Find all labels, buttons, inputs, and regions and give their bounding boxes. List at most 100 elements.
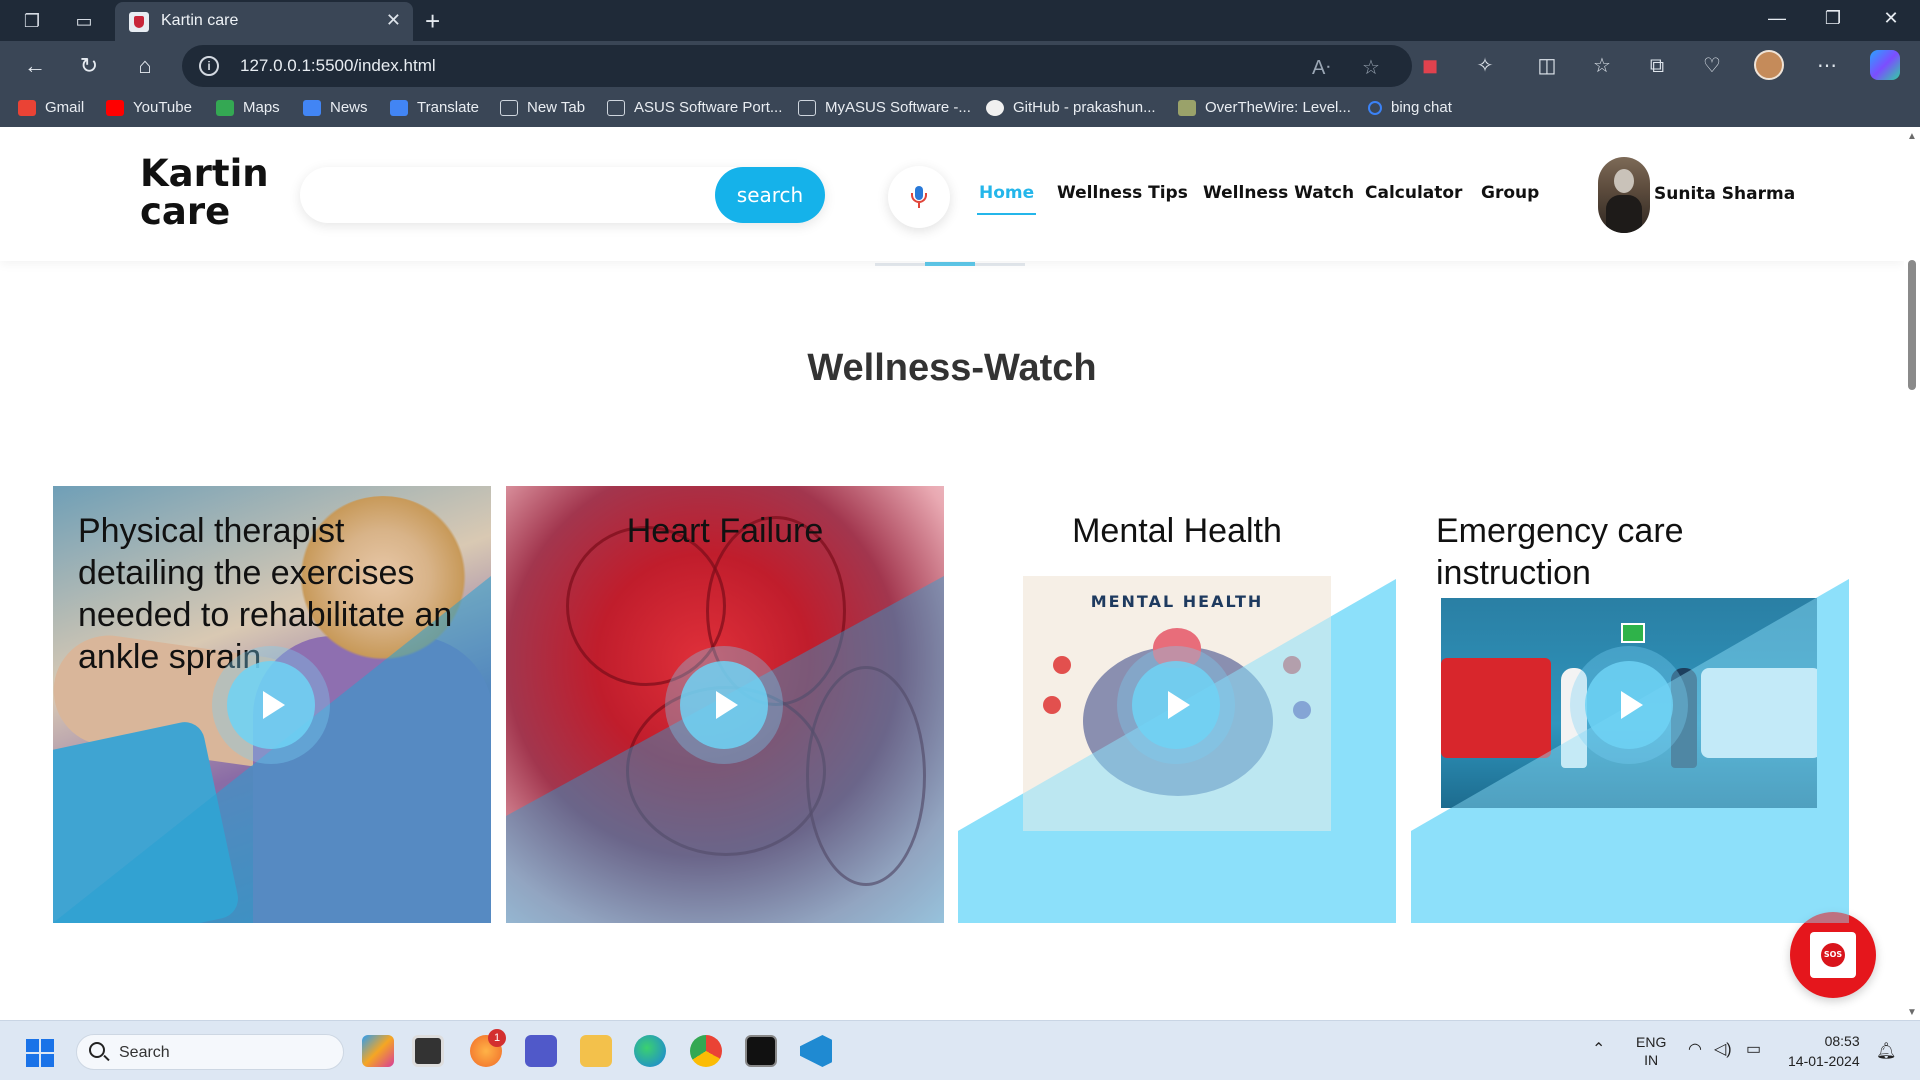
bookmark-youtube[interactable]: YouTube [106,99,192,116]
window-close-icon[interactable]: ✕ [1876,8,1906,29]
site-info-icon[interactable]: i [199,56,219,76]
play-icon [680,661,768,749]
page-icon [607,99,625,116]
refresh-icon[interactable]: ↻ [74,51,104,81]
more-menu-icon[interactable]: ⋯ [1812,51,1842,81]
copilot-icon[interactable] [1870,50,1900,80]
nav-wellness-watch[interactable]: Wellness Watch [1203,183,1354,203]
voice-search-button[interactable] [888,166,950,228]
profile-avatar-icon[interactable] [1754,50,1784,80]
bookmark-gmail[interactable]: Gmail [18,99,84,116]
video-card[interactable]: Physical therapist detailing the exercis… [53,486,491,923]
read-aloud-icon[interactable]: Aᐧ [1312,55,1330,80]
video-card[interactable]: Emergency care instruction [1411,486,1849,923]
vscode-icon[interactable] [800,1035,832,1067]
taskbar-search[interactable]: Search [76,1034,344,1070]
bookmark-maps[interactable]: Maps [216,99,280,116]
video-card[interactable]: Mental Health MENTAL HEALTH [958,486,1396,923]
news-icon [303,99,321,116]
browser-essentials-icon[interactable]: ♡ [1697,51,1727,81]
chrome-icon[interactable] [690,1035,722,1067]
address-url[interactable]: 127.0.0.1:5500/index.html [240,56,436,76]
maximize-icon[interactable]: ❐ [1818,8,1848,29]
bookmark-myasus[interactable]: MyASUS Software -... [798,99,971,116]
translate-icon [390,99,408,116]
user-avatar[interactable] [1598,157,1650,233]
video-card[interactable]: Heart Failure [506,486,944,923]
overthewire-icon [1178,99,1196,116]
play-button[interactable] [1117,646,1235,764]
wifi-icon[interactable]: ◠ [1688,1039,1702,1059]
bookmarks-bar: Gmail YouTube Maps News Translate New Ta… [0,91,1920,127]
scroll-down-icon[interactable]: ▼ [1907,1007,1917,1018]
battery-icon[interactable]: ▭ [1746,1039,1761,1059]
scrollbar-thumb[interactable] [1908,260,1916,390]
tab-close-icon[interactable]: ✕ [386,10,401,31]
youtube-icon [106,99,124,116]
browser-tab-bar: ❐ ▭ Kartin care ✕ + — ❐ ✕ [0,0,1920,41]
windows-start-icon[interactable] [26,1039,54,1067]
teams-icon[interactable] [525,1035,557,1067]
home-icon[interactable]: ⌂ [130,51,160,81]
web-page: Kartin care search Home Wellness Tips We… [0,127,1904,1020]
user-name[interactable]: Sunita Sharma [1654,184,1795,204]
copilot-app-icon[interactable] [362,1035,394,1067]
terminal-icon[interactable] [745,1035,777,1067]
minimize-icon[interactable]: — [1762,8,1792,29]
bookmark-news[interactable]: News [303,99,368,116]
bookmark-new-tab[interactable]: New Tab [500,99,585,116]
notifications-bell-icon[interactable]: 🔔︎ [1876,1041,1896,1061]
github-icon [986,99,1004,116]
extensions-icon[interactable]: ✧ [1470,51,1500,81]
bookmark-bing-chat[interactable]: bing chat [1368,99,1452,116]
page-scrollbar[interactable]: ▲ ▼ [1904,127,1920,1020]
firefox-icon[interactable]: 1 [470,1029,506,1067]
tab-actions-icon[interactable]: ▭ [73,10,95,32]
bookmark-overthewire[interactable]: OverTheWire: Level... [1178,99,1351,116]
file-explorer-icon[interactable] [580,1035,612,1067]
search-input[interactable] [320,177,700,213]
page-icon [500,99,518,116]
language-indicator[interactable]: ENG IN [1636,1033,1666,1069]
edge-icon[interactable] [634,1035,666,1067]
system-clock[interactable]: 08:53 14-01-2024 [1788,1031,1860,1071]
bookmark-translate[interactable]: Translate [390,99,479,116]
bookmark-github[interactable]: GitHub - prakashun... [986,99,1156,116]
site-header: Kartin care search Home Wellness Tips We… [0,127,1904,261]
show-hidden-icons-icon[interactable]: ⌃ [1592,1039,1605,1059]
nav-calculator[interactable]: Calculator [1365,183,1462,203]
play-icon [227,661,315,749]
volume-icon[interactable]: ◁) [1714,1039,1732,1059]
nav-home[interactable]: Home [976,183,1037,215]
site-logo[interactable]: Kartin care [140,155,269,231]
nav-wellness-tips[interactable]: Wellness Tips [1057,183,1188,203]
browser-toolbar: ← ↻ ⌂ i 127.0.0.1:5500/index.html Aᐧ ☆ ◼… [0,41,1920,127]
play-button[interactable] [1570,646,1688,764]
favorites-icon[interactable]: ☆ [1587,51,1617,81]
search-button[interactable]: search [715,167,825,223]
carousel-indicator[interactable] [875,262,1025,266]
scroll-up-icon[interactable]: ▲ [1907,131,1917,142]
extension-shield-icon[interactable]: ◼ [1415,51,1445,81]
new-tab-icon[interactable]: + [425,6,440,37]
sos-button[interactable]: SOS [1790,912,1876,998]
play-button[interactable] [665,646,783,764]
site-search: search [300,167,825,223]
collections-icon[interactable]: ⧉ [1642,51,1672,81]
card-title: Emergency care instruction [1436,512,1684,592]
search-icon [89,1042,105,1058]
notification-badge: 1 [488,1029,506,1047]
back-icon[interactable]: ← [20,51,50,81]
browser-tab[interactable]: Kartin care ✕ [115,2,413,41]
workspaces-icon[interactable]: ❐ [21,10,43,32]
bookmark-asus-software[interactable]: ASUS Software Port... [607,99,782,116]
play-button[interactable] [212,646,330,764]
split-screen-icon[interactable]: ◫ [1532,51,1562,81]
favorite-star-icon[interactable]: ☆ [1362,55,1380,80]
address-bar[interactable]: i 127.0.0.1:5500/index.html Aᐧ ☆ [182,45,1412,87]
sos-icon: SOS [1821,943,1845,967]
nav-group[interactable]: Group [1481,183,1539,203]
task-view-icon[interactable] [412,1035,444,1067]
play-icon [1132,661,1220,749]
card-title: Heart Failure [626,512,824,550]
